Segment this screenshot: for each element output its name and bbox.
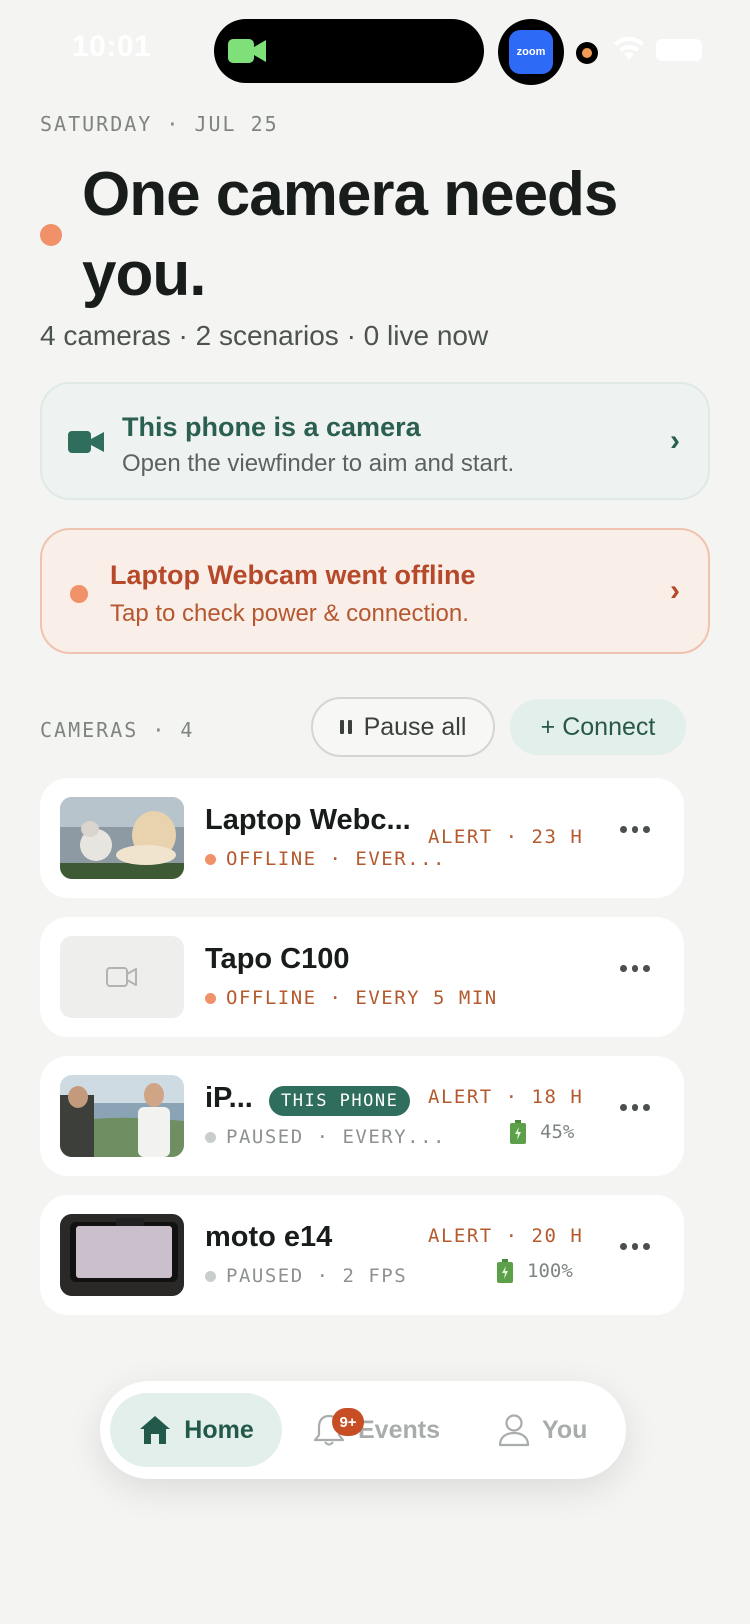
battery-percent: 100%	[527, 1260, 573, 1282]
more-options-icon[interactable]	[620, 1241, 651, 1251]
pause-icon	[339, 720, 352, 734]
status-bar: 10:01 zoom	[0, 0, 750, 100]
camera-row[interactable]: Tapo C100 OFFLINE · EVERY 5 MIN	[40, 917, 684, 1037]
video-camera-icon	[68, 431, 104, 453]
tab-events[interactable]: 9+ Events	[312, 1393, 440, 1467]
camera-status-text: PAUSED · EVERY...	[226, 1126, 446, 1148]
offline-dot-icon	[205, 853, 216, 865]
tab-events-label: Events	[358, 1415, 440, 1444]
battery-icon	[656, 39, 702, 61]
phone-camera-subtitle: Open the viewfinder to aim and start.	[122, 450, 515, 477]
cameras-section-label: CAMERAS · 4	[40, 718, 195, 742]
camera-status-text: OFFLINE · EVER...	[226, 848, 446, 870]
pause-all-button[interactable]: Pause all	[311, 697, 495, 757]
camera-thumbnail	[60, 1075, 184, 1157]
battery-charging-icon	[497, 1259, 513, 1283]
camera-status: OFFLINE · EVER...	[205, 848, 446, 870]
page-title: One camera needs you.	[82, 160, 618, 309]
more-options-icon[interactable]	[620, 824, 651, 834]
camera-status: PAUSED · 2 FPS	[205, 1265, 407, 1287]
more-options-icon[interactable]	[620, 1102, 651, 1112]
facetime-camera-icon	[228, 39, 266, 63]
tab-home[interactable]: Home	[110, 1393, 282, 1467]
summary-line: 4 cameras · 2 scenarios · 0 live now	[40, 320, 489, 351]
zoom-activity[interactable]: zoom	[498, 19, 564, 85]
camera-thumbnail	[60, 1214, 184, 1296]
camera-name: moto e14	[205, 1221, 333, 1253]
more-options-icon[interactable]	[620, 963, 651, 973]
phone-camera-title: This phone is a camera	[122, 412, 421, 442]
paused-dot-icon	[205, 1131, 216, 1143]
connect-camera-button[interactable]: + Connect	[510, 699, 686, 755]
offline-alert-subtitle: Tap to check power & connection.	[110, 600, 469, 627]
this-phone-badge: THIS PHONE	[269, 1086, 411, 1116]
camera-row[interactable]: moto e14 PAUSED · 2 FPS ALERT · 20 H 100…	[40, 1195, 684, 1315]
offline-alert-card[interactable]: Laptop Webcam went offline Tap to check …	[40, 528, 710, 654]
paused-dot-icon	[205, 1270, 216, 1282]
camera-thumbnail-placeholder	[60, 936, 184, 1018]
phone-camera-card[interactable]: This phone is a camera Open the viewfind…	[40, 382, 710, 500]
status-clock: 10:01	[72, 30, 152, 63]
bell-icon-wrap: 9+	[312, 1408, 364, 1448]
camera-battery: 100%	[497, 1259, 573, 1283]
camera-battery: 45%	[510, 1120, 574, 1144]
recording-indicator-icon	[576, 42, 598, 64]
tab-bar: Home 9+ Events You	[100, 1381, 626, 1479]
camera-alert-setting: ALERT · 18 H	[428, 1086, 584, 1108]
tab-you-label: You	[542, 1415, 588, 1444]
camera-alert-setting: ALERT · 20 H	[428, 1225, 584, 1247]
camera-status-text: PAUSED · 2 FPS	[226, 1265, 408, 1287]
tab-home-label: Home	[184, 1415, 254, 1444]
camera-name: iP...	[205, 1082, 253, 1114]
attention-dot-icon	[40, 224, 62, 246]
zoom-app-icon: zoom	[509, 30, 553, 74]
camera-row[interactable]: Laptop Webc... OFFLINE · EVER... ALERT ·…	[40, 778, 684, 898]
camera-row[interactable]: iP... THIS PHONE PAUSED · EVERY... ALERT…	[40, 1056, 684, 1176]
camera-name: Tapo C100	[205, 943, 350, 975]
battery-charging-icon	[510, 1120, 526, 1144]
battery-percent: 45%	[540, 1121, 575, 1143]
user-icon	[498, 1414, 530, 1447]
camera-status: PAUSED · EVERY...	[205, 1126, 446, 1148]
camera-alert-setting: ALERT · 23 H	[428, 826, 584, 848]
chevron-right-icon: ›	[670, 574, 680, 607]
offline-dot-icon	[70, 585, 88, 603]
pause-all-label: Pause all	[363, 712, 467, 741]
offline-dot-icon	[205, 992, 216, 1004]
offline-alert-title: Laptop Webcam went offline	[110, 560, 476, 590]
camera-status-text: OFFLINE · EVERY 5 MIN	[226, 987, 498, 1009]
tab-you[interactable]: You	[498, 1393, 587, 1467]
date-label: SATURDAY · JUL 25	[40, 112, 279, 136]
home-icon	[140, 1416, 171, 1444]
events-count-badge: 9+	[332, 1408, 364, 1436]
camera-status: OFFLINE · EVERY 5 MIN	[205, 987, 498, 1009]
dynamic-island[interactable]	[214, 19, 484, 83]
camera-name: Laptop Webc...	[205, 804, 411, 836]
wifi-icon	[614, 36, 644, 60]
camera-thumbnail	[60, 797, 184, 879]
video-camera-icon	[106, 967, 137, 987]
chevron-right-icon: ›	[670, 424, 680, 457]
